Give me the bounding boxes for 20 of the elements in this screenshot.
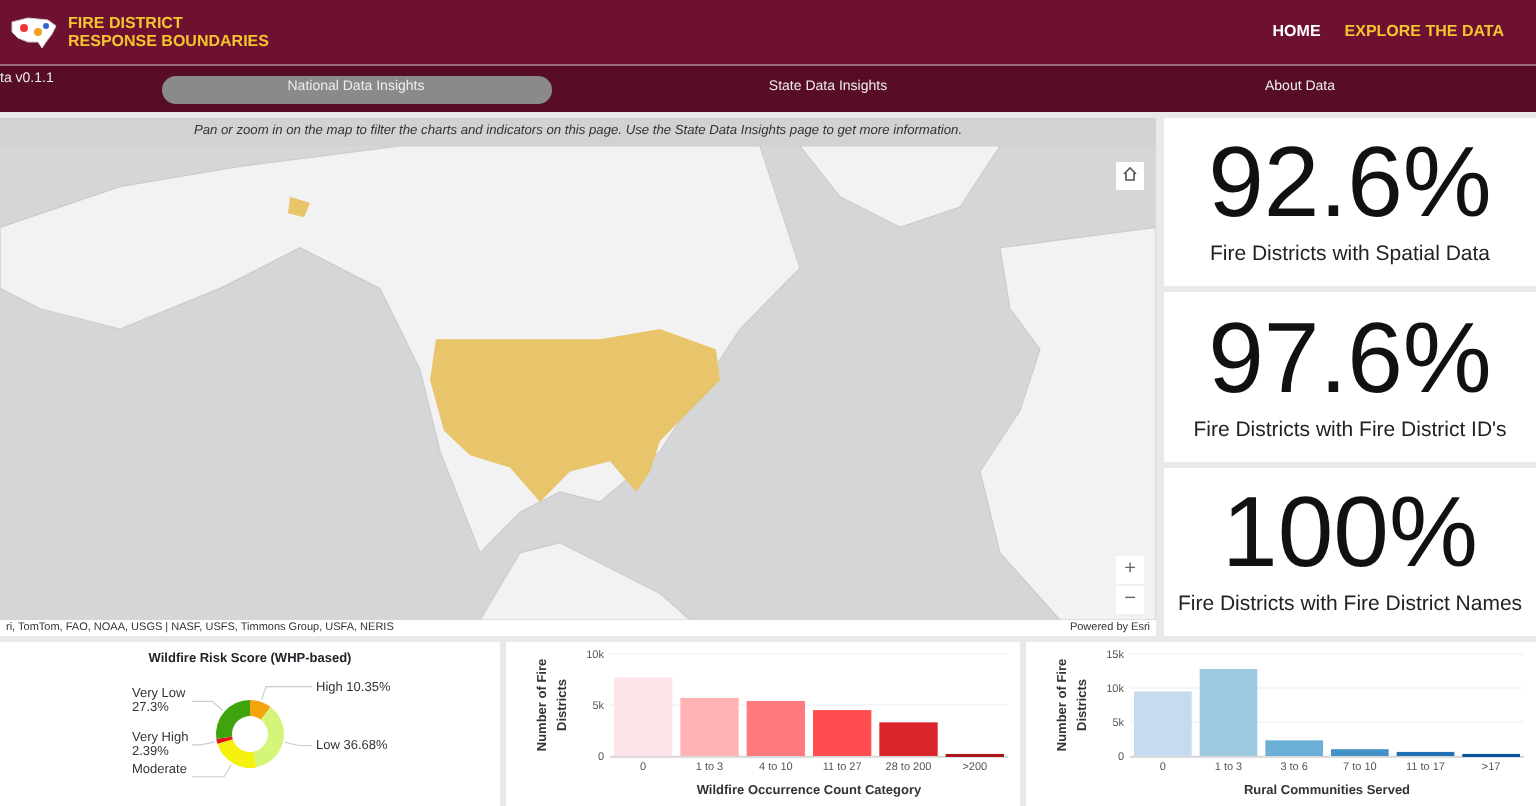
leader-line (284, 741, 313, 746)
indicator-value: 100% (1222, 481, 1478, 582)
us-map-logo-icon (8, 14, 60, 50)
app-title-line: FIRE DISTRICT (68, 14, 185, 32)
indicator-value: 92.6% (1208, 132, 1492, 233)
zoom-out-button[interactable]: − (1116, 586, 1144, 614)
home-button[interactable] (1116, 162, 1144, 190)
leader-line (191, 763, 232, 777)
leader-line (191, 700, 224, 711)
indicator-label: Fire Districts with Fire District Names (1177, 589, 1523, 620)
zoom-in-button[interactable]: + (1116, 556, 1144, 584)
indicator-value: 97.6% (1208, 307, 1492, 408)
indicator-label: Fire Districts with Spatial Data (1209, 240, 1491, 271)
nav-link[interactable]: HOME (1260, 20, 1333, 44)
app-title-line: RESPONSE BOUNDARIES (68, 32, 269, 50)
leader-line (260, 685, 313, 700)
nav-link[interactable]: EXPLORE THE DATA (1332, 20, 1516, 44)
indicator-label: Fire Districts with Fire District ID's (1193, 415, 1507, 446)
leader-line (191, 740, 216, 745)
home-icon (1122, 166, 1138, 183)
